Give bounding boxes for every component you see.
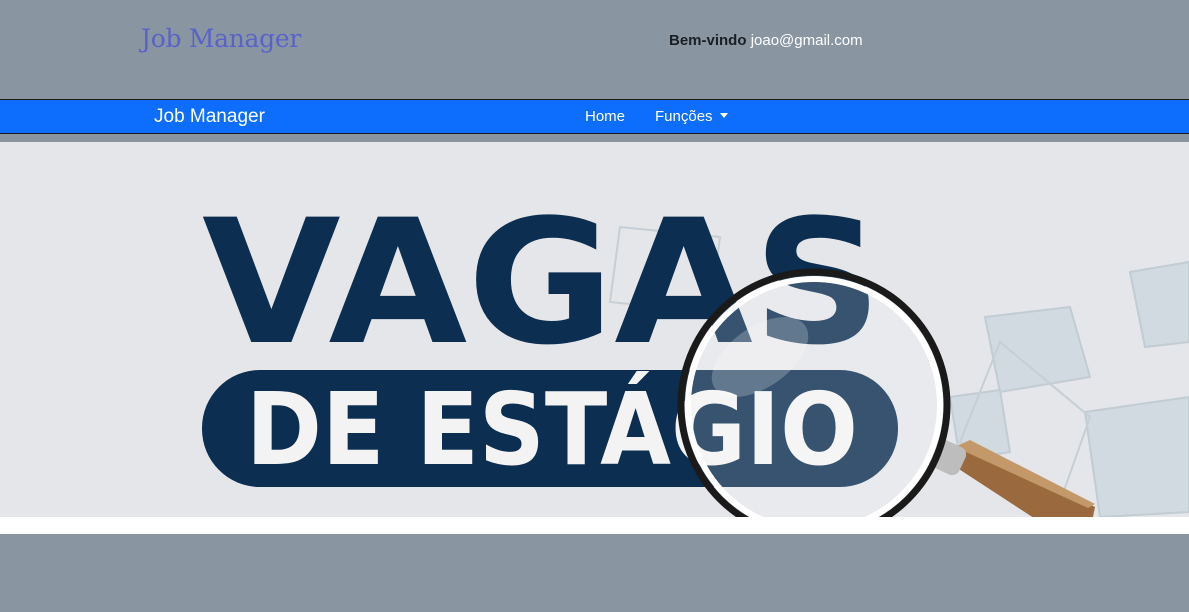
main-navbar: Job Manager Home Funções bbox=[0, 99, 1189, 134]
caret-down-icon bbox=[719, 113, 728, 118]
brand-title[interactable]: Job Manager bbox=[141, 24, 301, 53]
banner-graphic: VAGAS DE ESTÁGIO bbox=[202, 182, 1189, 517]
banner-image: VAGAS DE ESTÁGIO bbox=[0, 142, 1189, 517]
welcome-message: Bem-vindo joao@gmail.com bbox=[669, 32, 863, 49]
banner-section: VAGAS DE ESTÁGIO bbox=[0, 142, 1189, 534]
magnifying-glass-icon bbox=[677, 268, 1095, 517]
nav-item-funcoes-dropdown[interactable]: Funções bbox=[655, 108, 728, 125]
top-header: Job Manager Bem-vindo joao@gmail.com bbox=[0, 0, 1189, 99]
welcome-label: Bem-vindo bbox=[669, 32, 747, 49]
user-email: joao@gmail.com bbox=[750, 32, 863, 49]
nav-item-funcoes-label: Funções bbox=[655, 108, 713, 125]
navbar-brand[interactable]: Job Manager bbox=[154, 106, 265, 128]
nav-item-home[interactable]: Home bbox=[585, 108, 625, 125]
